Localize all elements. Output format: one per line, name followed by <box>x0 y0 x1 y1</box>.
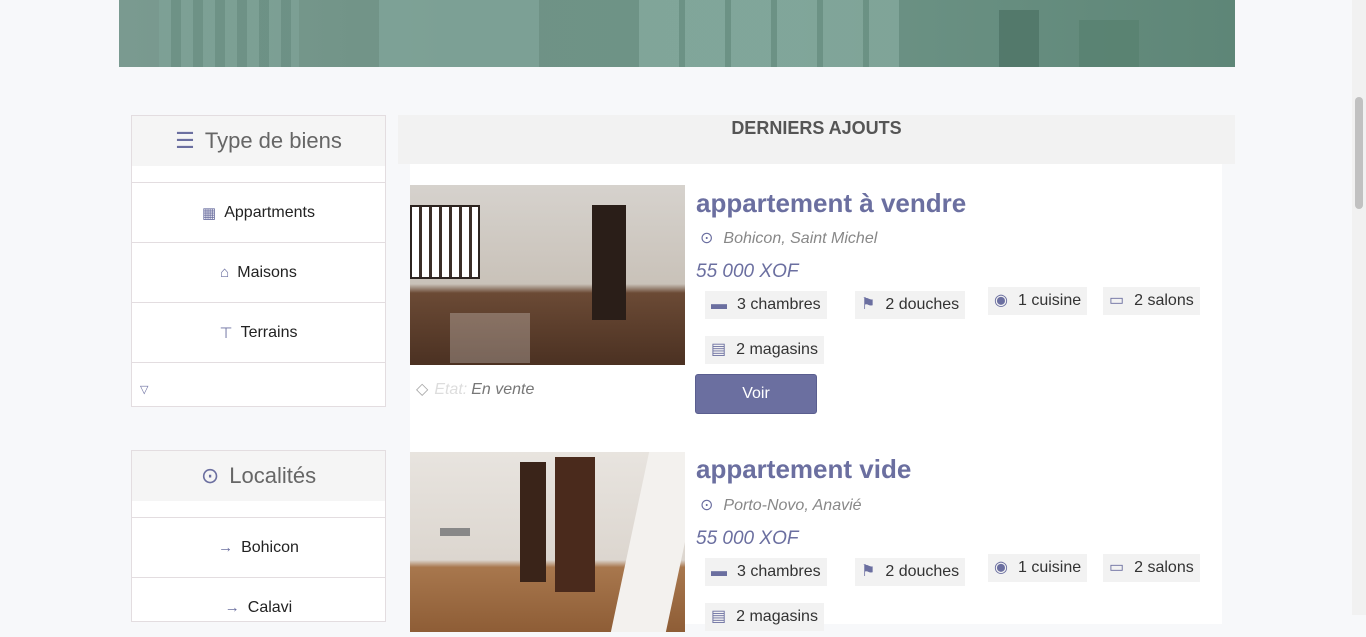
stove-icon: ◉ <box>994 559 1008 576</box>
listing-location-text: Bohicon, Saint Michel <box>723 230 878 247</box>
type-more-toggle[interactable]: ▽ <box>132 362 385 406</box>
garage-icon: ▤ <box>711 608 727 625</box>
listing-title[interactable]: appartement vide <box>696 454 911 485</box>
type-item-label: Terrains <box>240 323 298 341</box>
type-item-label: Appartments <box>224 203 315 221</box>
feature-label: 2 salons <box>1134 559 1194 576</box>
hero-banner-image <box>119 0 1235 67</box>
listing-photo[interactable] <box>410 185 685 365</box>
locations-panel: ⊙ Localités → Bohicon → Calavi <box>131 450 386 622</box>
property-type-title: Type de biens <box>204 128 342 153</box>
tag-icon: ◇ <box>416 381 429 398</box>
view-button[interactable]: Voir <box>695 374 817 414</box>
stove-icon: ◉ <box>994 292 1008 309</box>
type-item-maisons[interactable]: ⌂ Maisons <box>132 242 385 302</box>
page-scrollbar[interactable] <box>1352 0 1366 615</box>
location-item-bohicon[interactable]: → Bohicon <box>132 517 385 577</box>
status-label: Etat: <box>434 381 468 398</box>
feature-label: 3 chambres <box>737 563 821 580</box>
feature-showers: ⚑ 2 douches <box>855 558 966 586</box>
listing-price: 55 000 XOF <box>696 528 799 549</box>
property-type-panel: ☰ Type de biens ▦ Appartments ⌂ Maisons … <box>131 115 386 407</box>
feature-label: 1 cuisine <box>1017 559 1082 576</box>
shower-icon: ⚑ <box>861 296 876 313</box>
type-item-terrains[interactable]: ⊤ Terrains <box>132 302 385 362</box>
location-item-calavi[interactable]: → Calavi <box>132 577 385 637</box>
feature-living-rooms: ▭ 2 salons <box>1103 554 1200 582</box>
feature-label: 2 douches <box>885 296 960 313</box>
arrow-right-icon: → <box>224 599 240 616</box>
feature-label: 2 magasins <box>736 608 818 625</box>
type-item-appartments[interactable]: ▦ Appartments <box>132 182 385 242</box>
scrollbar-thumb[interactable] <box>1355 97 1363 209</box>
garage-icon: ▤ <box>711 341 727 358</box>
listing-title[interactable]: appartement à vendre <box>696 188 966 219</box>
locations-header: ⊙ Localités <box>132 451 385 517</box>
feature-shops: ▤ 2 magasins <box>705 336 824 364</box>
feature-label: 1 cuisine <box>1017 292 1082 309</box>
list-icon: ☰ <box>175 128 195 153</box>
map-pin-icon: ⊙ <box>200 463 220 488</box>
listing-location-text: Porto-Novo, Anavié <box>723 497 862 514</box>
type-item-label: Maisons <box>237 263 297 281</box>
locations-title: Localités <box>229 463 317 488</box>
arrow-right-icon: → <box>218 539 234 556</box>
house-icon: ⌂ <box>220 264 230 281</box>
shower-icon: ⚑ <box>861 563 876 580</box>
listing-location: ⊙ Bohicon, Saint Michel <box>700 228 877 248</box>
bed-icon: ▬ <box>711 563 727 580</box>
feature-kitchen: ◉ 1 cuisine <box>988 554 1088 582</box>
feature-label: 2 douches <box>885 563 960 580</box>
bed-icon: ▬ <box>711 296 727 313</box>
property-type-header: ☰ Type de biens <box>132 116 385 182</box>
feature-living-rooms: ▭ 2 salons <box>1103 287 1200 315</box>
location-item-label: Bohicon <box>241 538 299 556</box>
chevron-down-icon: ▽ <box>140 383 149 396</box>
tv-icon: ▭ <box>1109 559 1125 576</box>
latest-additions-heading: DERNIERS AJOUTS <box>398 115 1235 164</box>
feature-label: 2 magasins <box>736 341 818 358</box>
feature-label: 3 chambres <box>737 296 821 313</box>
building-icon: ▦ <box>202 204 217 222</box>
feature-showers: ⚑ 2 douches <box>855 291 966 319</box>
feature-label: 2 salons <box>1134 292 1194 309</box>
signpost-icon: ⊤ <box>219 324 233 342</box>
listing-photo[interactable] <box>410 452 685 632</box>
listing-price: 55 000 XOF <box>696 261 799 282</box>
map-pin-icon: ⊙ <box>700 230 714 247</box>
feature-bedrooms: ▬ 3 chambres <box>705 291 827 319</box>
feature-shops: ▤ 2 magasins <box>705 603 824 631</box>
feature-kitchen: ◉ 1 cuisine <box>988 287 1088 315</box>
status-value: En vente <box>471 381 535 398</box>
listing-status: ◇ Etat: En vente <box>416 379 534 399</box>
location-item-label: Calavi <box>247 598 293 616</box>
feature-bedrooms: ▬ 3 chambres <box>705 558 827 586</box>
tv-icon: ▭ <box>1109 292 1125 309</box>
map-pin-icon: ⊙ <box>700 497 714 514</box>
listing-location: ⊙ Porto-Novo, Anavié <box>700 495 862 515</box>
